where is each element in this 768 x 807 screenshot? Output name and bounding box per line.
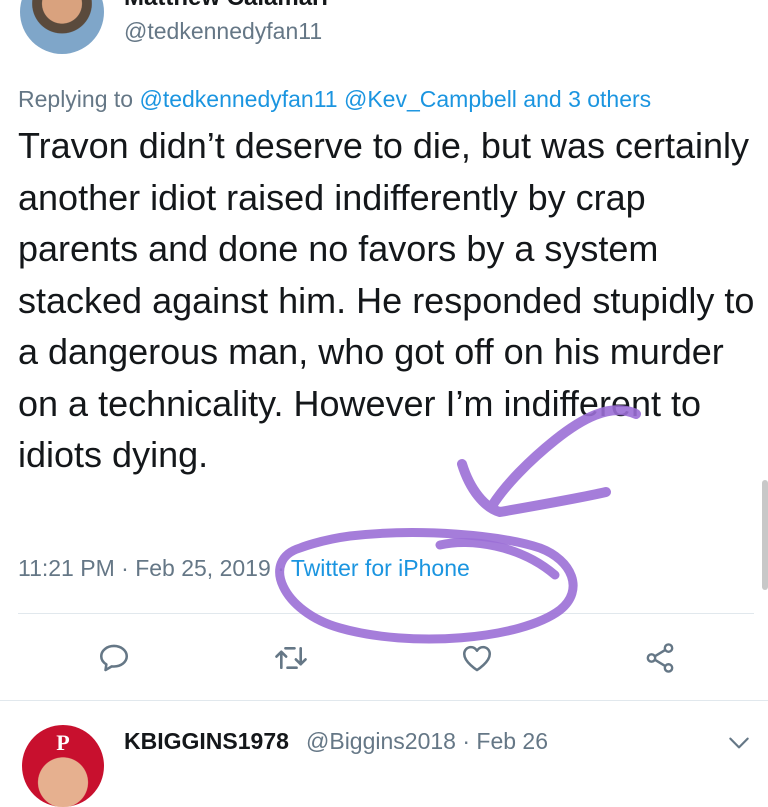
reply-icon [99,644,129,672]
author-handle[interactable]: @tedkennedyfan11 [124,18,322,45]
chevron-down-icon[interactable] [726,730,752,756]
like-button[interactable] [454,635,500,681]
phillies-logo: P [56,730,70,755]
tweet-text: Travon didn’t deserve to die, but was ce… [18,125,755,475]
tweet-source-link[interactable]: Twitter for iPhone [291,555,470,581]
scrollbar[interactable] [762,480,768,590]
reply-author-name[interactable]: KBIGGINS1978 [124,728,289,755]
reply-handle[interactable]: @Biggins2018 [306,728,456,754]
meta-separator: · [462,728,471,754]
annotation-circle [275,528,578,644]
reply-date: Feb 26 [476,728,549,754]
meta-separator: · [277,555,285,581]
replying-to: Replying to @tedkennedyfan11 @Kev_Campbe… [18,86,651,113]
replying-prefix: Replying to [18,86,134,112]
tweet-date: Feb 25, 2019 [135,555,271,581]
retweet-icon [275,646,307,670]
action-bar [0,635,768,681]
share-icon [646,643,674,673]
reply-button[interactable] [91,635,137,681]
author-avatar[interactable] [20,0,104,54]
divider [0,700,768,701]
like-icon [462,645,492,672]
meta-separator: · [121,555,129,581]
tweet-time: 11:21 PM [18,555,115,581]
author-name[interactable]: Matthew Calamari [124,0,328,12]
retweet-button[interactable] [268,635,314,681]
reply-handle-date: @Biggins2018 · Feb 26 [306,728,548,755]
share-button[interactable] [637,635,683,681]
tweet-meta: 11:21 PM · Feb 25, 2019 · Twitter for iP… [18,555,470,582]
replying-mentions-link[interactable]: @tedkennedyfan11 @Kev_Campbell and 3 oth… [139,86,651,112]
divider [18,613,754,614]
